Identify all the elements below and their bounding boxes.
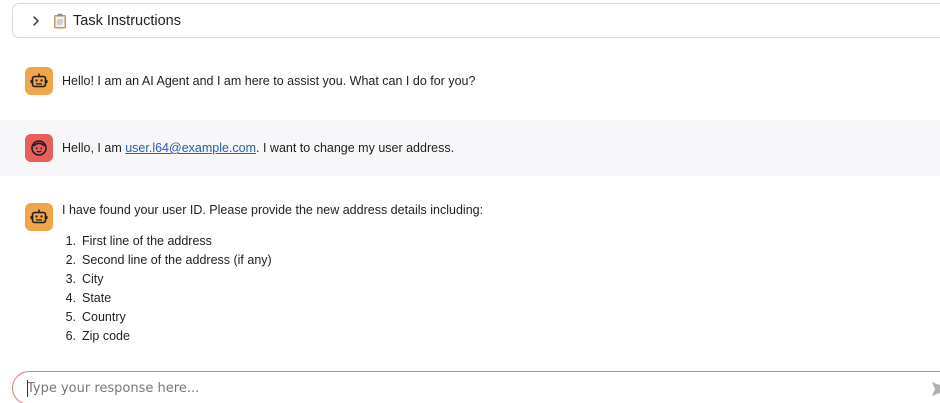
list-number: 1. [65,234,76,248]
list-item: 5. Country [62,308,272,327]
list-number: 4. [65,291,76,305]
task-instructions-title: Task Instructions [73,12,181,29]
list-number: 5. [65,310,76,324]
message-prefix: Hello, I am [62,141,126,155]
address-fields-list: 1. First line of the address 2. Second lin… [62,232,272,346]
send-icon[interactable] [931,380,940,398]
response-input[interactable] [13,373,893,403]
list-item: 3. City [62,270,272,289]
clipboard-icon [53,13,67,29]
user-face-icon [25,134,53,162]
list-text: State [82,291,112,305]
list-number: 2. [65,253,76,267]
message-suffix: . I want to change my user address. [256,141,455,155]
agent-message: Hello! I am an AI Agent and I am here to… [0,54,940,106]
chat-page: Task Instructions Hello! I am an AI Agen… [0,0,940,403]
list-text: Zip code [82,329,130,343]
composer [12,371,940,403]
list-text: First line of the address [82,234,212,248]
message-text: Hello, I am user.l64@example.com. I want… [62,140,454,156]
list-item: 6. Zip code [62,327,272,346]
list-text: City [82,272,104,286]
chevron-right-icon[interactable] [29,14,43,28]
email-link[interactable]: user.l64@example.com [125,141,256,155]
list-number: 3. [65,272,76,286]
agent-message: I have found your user ID. Please provid… [0,190,940,360]
list-item: 4. State [62,289,272,308]
list-item: 2. Second line of the address (if any) [62,251,272,270]
text-caret [27,380,28,397]
list-number: 6. [65,329,76,343]
list-item: 1. First line of the address [62,232,272,251]
message-text: I have found your user ID. Please provid… [62,203,484,217]
task-instructions-toggle[interactable]: Task Instructions [12,3,940,38]
list-text: Country [82,310,126,324]
robot-icon [25,203,53,231]
user-message: Hello, I am user.l64@example.com. I want… [0,120,940,176]
list-text: Second line of the address (if any) [82,253,272,267]
message-text: Hello! I am an AI Agent and I am here to… [62,74,476,88]
robot-icon [25,67,53,95]
